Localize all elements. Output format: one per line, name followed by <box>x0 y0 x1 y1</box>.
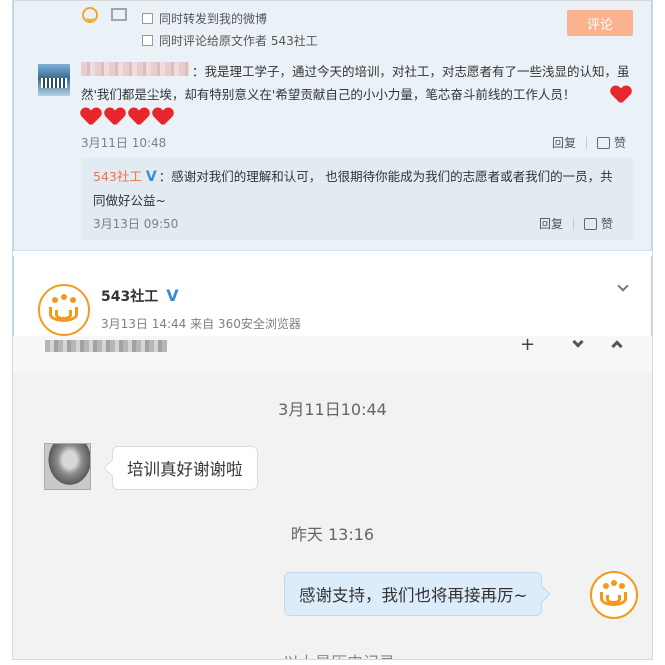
message-timestamp: 3月11日10:44 <box>278 400 387 419</box>
reply-reply-link[interactable]: 回复 <box>539 215 563 232</box>
author-reply: 543社工 V ：感谢对我们的理解和认可， 也很期待你能成为我们的志愿者或者我们的一… <box>81 158 633 240</box>
reply-like-link[interactable]: 赞 <box>601 215 613 232</box>
comment-like-link[interactable]: 赞 <box>614 134 626 151</box>
image-icon[interactable] <box>111 8 127 21</box>
option-comment-to-author[interactable]: 同时评论给原文作者 543社工 <box>142 32 318 48</box>
history-divider: 以上是历史记录 <box>283 649 395 659</box>
forward-checkbox[interactable] <box>142 12 153 24</box>
reply-author-link[interactable]: 543社工 <box>93 169 142 184</box>
chevron-down-icon[interactable] <box>617 280 629 292</box>
screenshot-frame: 同时转发到我的微博 同时评论给原文作者 543社工 评论 ：我是理工学子，通过今… <box>12 0 653 660</box>
contact-avatar[interactable] <box>44 443 91 490</box>
own-avatar-543-logo[interactable] <box>590 571 638 619</box>
heart-icon <box>105 108 125 126</box>
543-logo-avatar[interactable] <box>38 284 90 336</box>
comment-text: ：我是理工学子，通过今天的培训，对社工，对志愿者有了一些浅显的认知，虽然'我们都… <box>81 64 630 102</box>
commenter-avatar[interactable] <box>38 64 70 96</box>
post-meta: 3月13日 14:44 来自 360安全浏览器 <box>101 317 301 331</box>
chat-top-bar: + <box>13 334 652 372</box>
like-icon[interactable] <box>584 217 598 230</box>
chevron-up-icon[interactable] <box>611 340 623 352</box>
heart-icon <box>81 108 101 126</box>
add-member-icon[interactable]: + <box>520 334 535 355</box>
comment-reply-link[interactable]: 回复 <box>552 134 576 151</box>
reply-actions: 回复 赞 <box>539 215 613 232</box>
chat-window: + 3月11日10:44 培训真好谢谢啦 昨天 13:16 感谢支持，我们也将再… <box>13 334 652 659</box>
reply-text-block: 543社工 V ：感谢对我们的理解和认可， 也很期待你能成为我们的志愿者或者我们的一… <box>93 165 623 213</box>
chevron-down-icon[interactable] <box>572 336 584 348</box>
comment-to-author-checkbox[interactable] <box>142 34 153 46</box>
comment-actions: 回复 赞 <box>552 134 626 151</box>
incoming-message-bubble: 培训真好谢谢啦 <box>112 446 258 490</box>
option-forward-label: 同时转发到我的微博 <box>159 11 268 26</box>
heart-icon <box>153 108 173 126</box>
heart-icon <box>129 108 149 126</box>
chat-contact-name-redacted <box>45 340 167 352</box>
comment-time: 3月11日 10:48 <box>81 136 167 150</box>
post-author[interactable]: 543社工 V <box>101 286 181 306</box>
message-timestamp: 昨天 13:16 <box>290 525 375 544</box>
reply-text: ：感谢对我们的理解和认可， 也很期待你能成为我们的志愿者或者我们的一员，共同做好… <box>93 169 613 208</box>
heart-icon <box>611 86 631 104</box>
option-forward[interactable]: 同时转发到我的微博 <box>142 10 267 26</box>
post-header: 543社工 V 3月13日 14:44 来自 360安全浏览器 <box>13 256 652 336</box>
reply-time: 3月13日 09:50 <box>93 217 179 231</box>
heart-emoji-row <box>81 108 173 126</box>
option-comment-to-author-label: 同时评论给原文作者 543社工 <box>159 33 318 48</box>
comment-button[interactable]: 评论 <box>567 10 633 36</box>
weibo-comment-panel: 同时转发到我的微博 同时评论给原文作者 543社工 评论 ：我是理工学子，通过今… <box>13 1 652 251</box>
like-icon[interactable] <box>597 136 611 149</box>
verified-icon: V <box>166 286 179 305</box>
emoji-icon[interactable] <box>82 7 98 23</box>
verified-icon: V <box>145 169 157 185</box>
outgoing-message-bubble: 感谢支持，我们也将再接再厉~ <box>284 572 543 616</box>
